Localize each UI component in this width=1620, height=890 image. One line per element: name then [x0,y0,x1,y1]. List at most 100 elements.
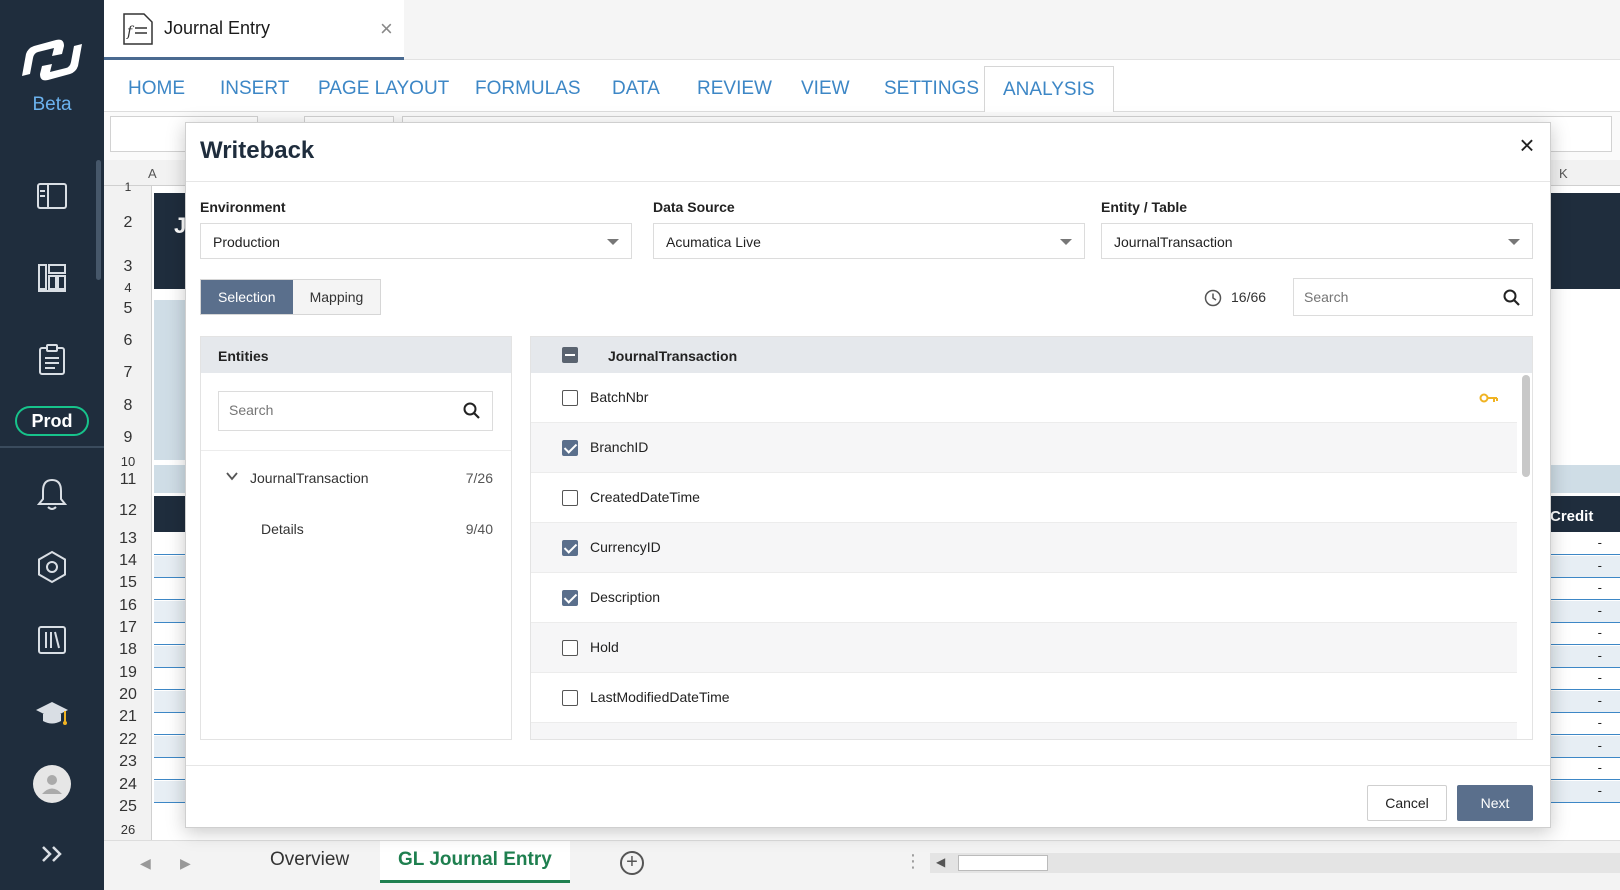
clipboard-icon[interactable] [32,340,72,380]
environment-badge[interactable]: Prod [15,406,89,436]
column-header-a[interactable]: A [148,166,157,181]
tab-settings[interactable]: SETTINGS [884,78,979,100]
tab-analysis[interactable]: ANALYSIS [984,66,1114,112]
prev-sheet-icon[interactable]: ◀ [140,855,151,872]
dialog-title: Writeback [200,137,315,164]
field-row[interactable]: Description [531,573,1517,623]
tab-formulas[interactable]: FORMULAS [475,78,581,100]
field-checkbox[interactable] [562,390,578,406]
search-icon[interactable] [1502,288,1522,308]
row-number[interactable]: 6 [104,332,152,350]
row-number[interactable]: 8 [104,397,152,415]
column-header-k[interactable]: K [1559,166,1568,181]
sheet-tab-gl-journal-entry[interactable]: GL Journal Entry [380,841,570,883]
field-row[interactable] [531,723,1517,739]
horizontal-scrollbar[interactable]: ◀ [930,853,1620,873]
sidebar-scrollbar[interactable] [96,160,101,280]
field-row[interactable]: CreatedDateTime [531,473,1517,523]
more-options-icon[interactable]: ⋮ [904,851,922,872]
mapping-tab[interactable]: Mapping [293,280,381,314]
row-number[interactable]: 23 [104,753,152,771]
field-checkbox[interactable] [562,590,578,606]
fields-scrollbar[interactable] [1522,375,1530,477]
row-number[interactable]: 22 [104,731,152,749]
row-number[interactable]: 3 [104,258,152,276]
row-number[interactable]: 11 [104,471,152,489]
user-avatar-icon[interactable] [33,765,71,803]
row-number[interactable]: 5 [104,300,152,318]
row-number[interactable]: 15 [104,574,152,592]
row-number[interactable]: 14 [104,552,152,570]
dashboard-icon[interactable] [32,257,72,297]
tab-data[interactable]: DATA [612,78,660,100]
select-all-checkbox[interactable] [562,347,578,363]
environment-select[interactable]: Production [200,223,632,259]
chevron-down-icon[interactable] [225,469,239,483]
search-icon[interactable] [462,401,482,421]
tab-home[interactable]: HOME [128,78,185,100]
field-row[interactable]: BatchNbr [531,373,1517,423]
tab-insert[interactable]: INSERT [220,78,289,100]
row-number[interactable]: 2 [104,214,152,232]
app-logo-icon[interactable] [22,38,82,82]
next-button[interactable]: Next [1457,785,1533,821]
entity-name: Details [261,521,304,537]
hexagon-settings-icon[interactable] [32,547,72,587]
data-source-select[interactable]: Acumatica Live [653,223,1085,259]
field-checkbox[interactable] [562,640,578,656]
row-number[interactable]: 4 [104,280,152,295]
row-number[interactable]: 1 [104,180,152,194]
field-checkbox[interactable] [562,490,578,506]
row-number[interactable]: 16 [104,597,152,615]
fields-header: JournalTransaction [531,337,1532,373]
field-checkbox[interactable] [562,440,578,456]
cancel-button[interactable]: Cancel [1367,785,1447,821]
field-row[interactable]: CurrencyID [531,523,1517,573]
field-row[interactable]: Hold [531,623,1517,673]
library-icon[interactable] [32,620,72,660]
credit-cell: - [1597,603,1602,618]
row-number[interactable]: 19 [104,664,152,682]
tab-view[interactable]: VIEW [801,78,850,100]
add-sheet-icon[interactable]: + [620,851,644,875]
row-number[interactable]: 21 [104,708,152,726]
selection-tab[interactable]: Selection [201,280,293,314]
next-sheet-icon[interactable]: ▶ [180,855,191,872]
row-number[interactable]: 20 [104,686,152,704]
row-number[interactable]: 18 [104,641,152,659]
row-number[interactable]: 24 [104,776,152,794]
scroll-left-icon[interactable]: ◀ [936,855,945,869]
tab-review[interactable]: REVIEW [697,78,772,100]
row-number[interactable]: 12 [104,502,152,520]
bell-icon[interactable] [32,474,72,514]
row-number[interactable]: 10 [104,454,152,469]
field-checkbox[interactable] [562,540,578,556]
sheet-tab-overview[interactable]: Overview [252,841,367,883]
expand-icon[interactable] [32,834,72,874]
row-number[interactable]: 13 [104,530,152,548]
field-search-input[interactable] [1304,289,1484,305]
chevron-down-icon [1508,239,1520,245]
row-number[interactable]: 25 [104,798,152,816]
field-row[interactable]: BranchID [531,423,1517,473]
credit-cell: - [1597,648,1602,663]
row-number[interactable]: 7 [104,364,152,382]
book-icon[interactable] [32,176,72,216]
tab-page-layout[interactable]: PAGE LAYOUT [318,78,449,100]
row-header-column: 1 2 3 4 5 6 7 8 9 10 11 12 13 14 15 16 1… [104,180,152,840]
entity-table-select[interactable]: JournalTransaction [1101,223,1533,259]
graduation-cap-icon[interactable] [32,694,72,734]
document-tab-close-icon[interactable]: × [380,16,393,42]
row-number[interactable]: 17 [104,619,152,637]
row-number[interactable]: 9 [104,429,152,447]
entity-item-journaltransaction[interactable]: JournalTransaction 7/26 [201,463,511,493]
close-icon[interactable]: × [1514,132,1540,159]
document-tab[interactable]: f Journal Entry × [104,0,404,60]
field-row[interactable]: LastModifiedDateTime [531,673,1517,723]
horizontal-scroll-thumb[interactable] [958,855,1048,871]
credit-column-header[interactable]: Credit [1550,508,1593,525]
field-checkbox[interactable] [562,690,578,706]
row-number[interactable]: 26 [104,822,152,837]
entity-search-input[interactable] [229,402,409,418]
entity-item-details[interactable]: Details 9/40 [201,514,511,544]
